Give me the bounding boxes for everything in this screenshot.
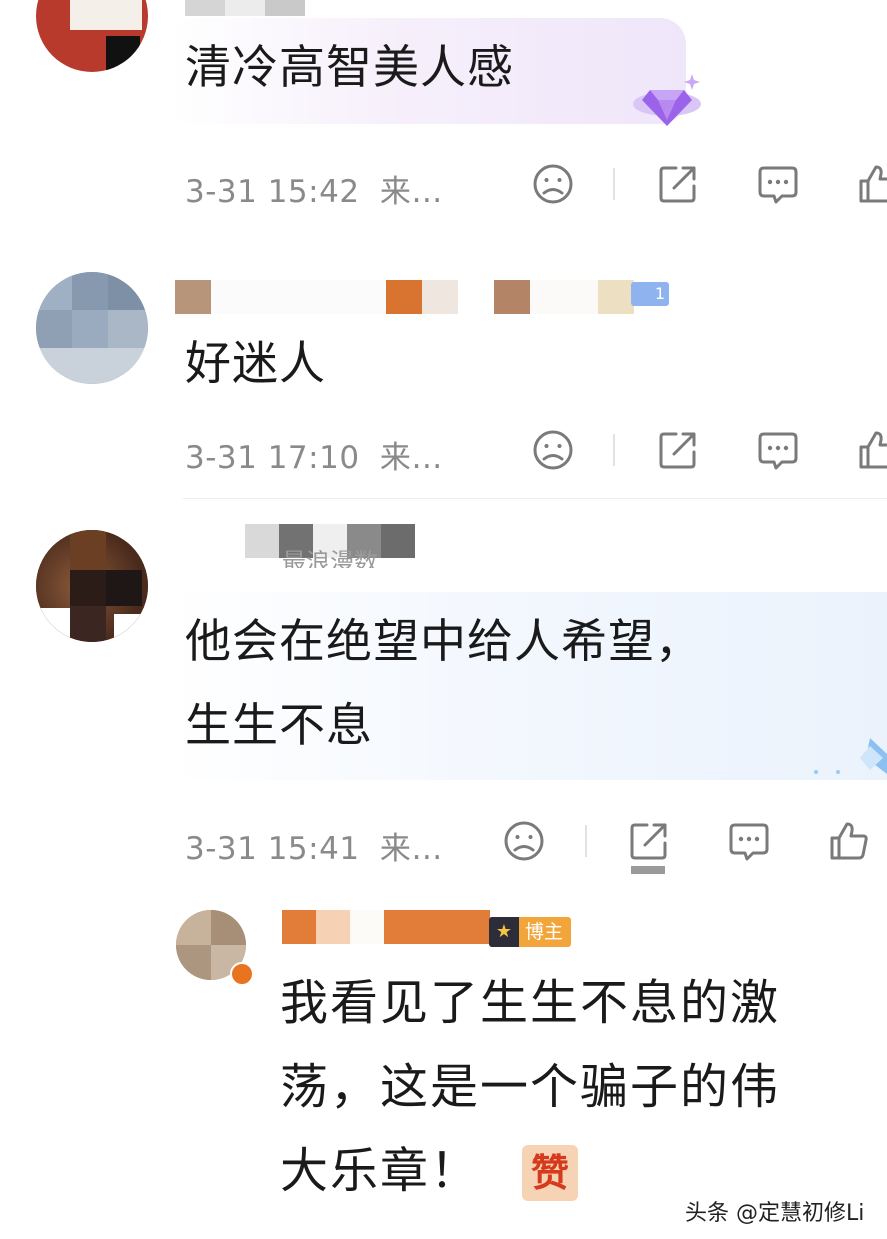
thumbs-up-icon (859, 165, 887, 203)
share-button[interactable] (656, 162, 700, 206)
comment-icon (758, 166, 798, 204)
sad-face-icon (533, 164, 573, 204)
comment-icon (729, 823, 769, 861)
dislike-button[interactable] (531, 162, 575, 206)
comment-meta: 3-31 15:42 来… (185, 166, 443, 211)
comment-icon (758, 432, 798, 470)
thumbs-up-icon (859, 431, 887, 469)
sad-face-icon (504, 821, 544, 861)
share-icon (659, 432, 696, 469)
reply-button[interactable] (756, 162, 800, 206)
verified-icon (230, 962, 254, 986)
thumbs-up-icon (830, 822, 868, 860)
comment-meta: 3-31 15:41 来… (185, 823, 443, 868)
sad-face-icon (533, 430, 573, 470)
comment-content: 清冷高智美人感 (185, 40, 514, 94)
comment-time: 3-31 15:41 (185, 831, 360, 867)
avatar[interactable] (36, 0, 148, 72)
comment-meta: 3-31 17:10 来… (185, 432, 443, 477)
username[interactable] (175, 280, 634, 314)
watermark: 头条 @定慧初修Li (685, 1201, 865, 1226)
comment-source: 来… (379, 831, 443, 867)
reply-content-line1: 我看见了生生不息的激 (280, 975, 781, 1031)
zan-emoji-icon: 赞 (522, 1145, 578, 1201)
like-button[interactable] (856, 162, 887, 206)
star-icon: ★ (489, 917, 519, 947)
share-button[interactable] (627, 819, 671, 863)
comment-content-line1: 他会在绝望中给人希望， (185, 614, 702, 668)
reply-button[interactable] (727, 819, 771, 863)
dislike-button[interactable] (531, 428, 575, 472)
reply-username[interactable] (282, 910, 490, 944)
like-button[interactable] (856, 428, 887, 472)
avatar[interactable] (36, 272, 148, 384)
comment-time: 3-31 15:42 (185, 174, 360, 210)
like-button[interactable] (827, 819, 871, 863)
gem-decoration-icon (630, 70, 704, 132)
divider (183, 498, 887, 499)
share-icon (630, 823, 667, 860)
blogger-badge: ★ 博主 (489, 917, 572, 947)
avatar[interactable] (36, 530, 148, 642)
comment-time: 3-31 17:10 (185, 440, 360, 476)
action-divider (613, 168, 615, 200)
action-divider (585, 825, 587, 857)
reply-content-line2: 荡，这是一个骗子的伟 (280, 1059, 781, 1115)
username[interactable] (185, 0, 305, 16)
reply-button[interactable] (756, 428, 800, 472)
comment-source: 来… (379, 440, 443, 476)
share-underline (631, 866, 665, 874)
share-icon (659, 166, 696, 203)
action-divider (613, 434, 615, 466)
comment-content: 好迷人 (185, 336, 326, 390)
comment-content-line2: 生生不息 (185, 698, 373, 752)
dislike-button[interactable] (502, 819, 546, 863)
share-button[interactable] (656, 428, 700, 472)
diamond-decoration-icon (810, 734, 887, 780)
fan-label: 最浪漫数 (282, 550, 378, 568)
fan-badge: 1 (631, 282, 669, 306)
reply-content-line3: 大乐章！ (280, 1143, 481, 1199)
comment-source: 来… (379, 174, 443, 210)
